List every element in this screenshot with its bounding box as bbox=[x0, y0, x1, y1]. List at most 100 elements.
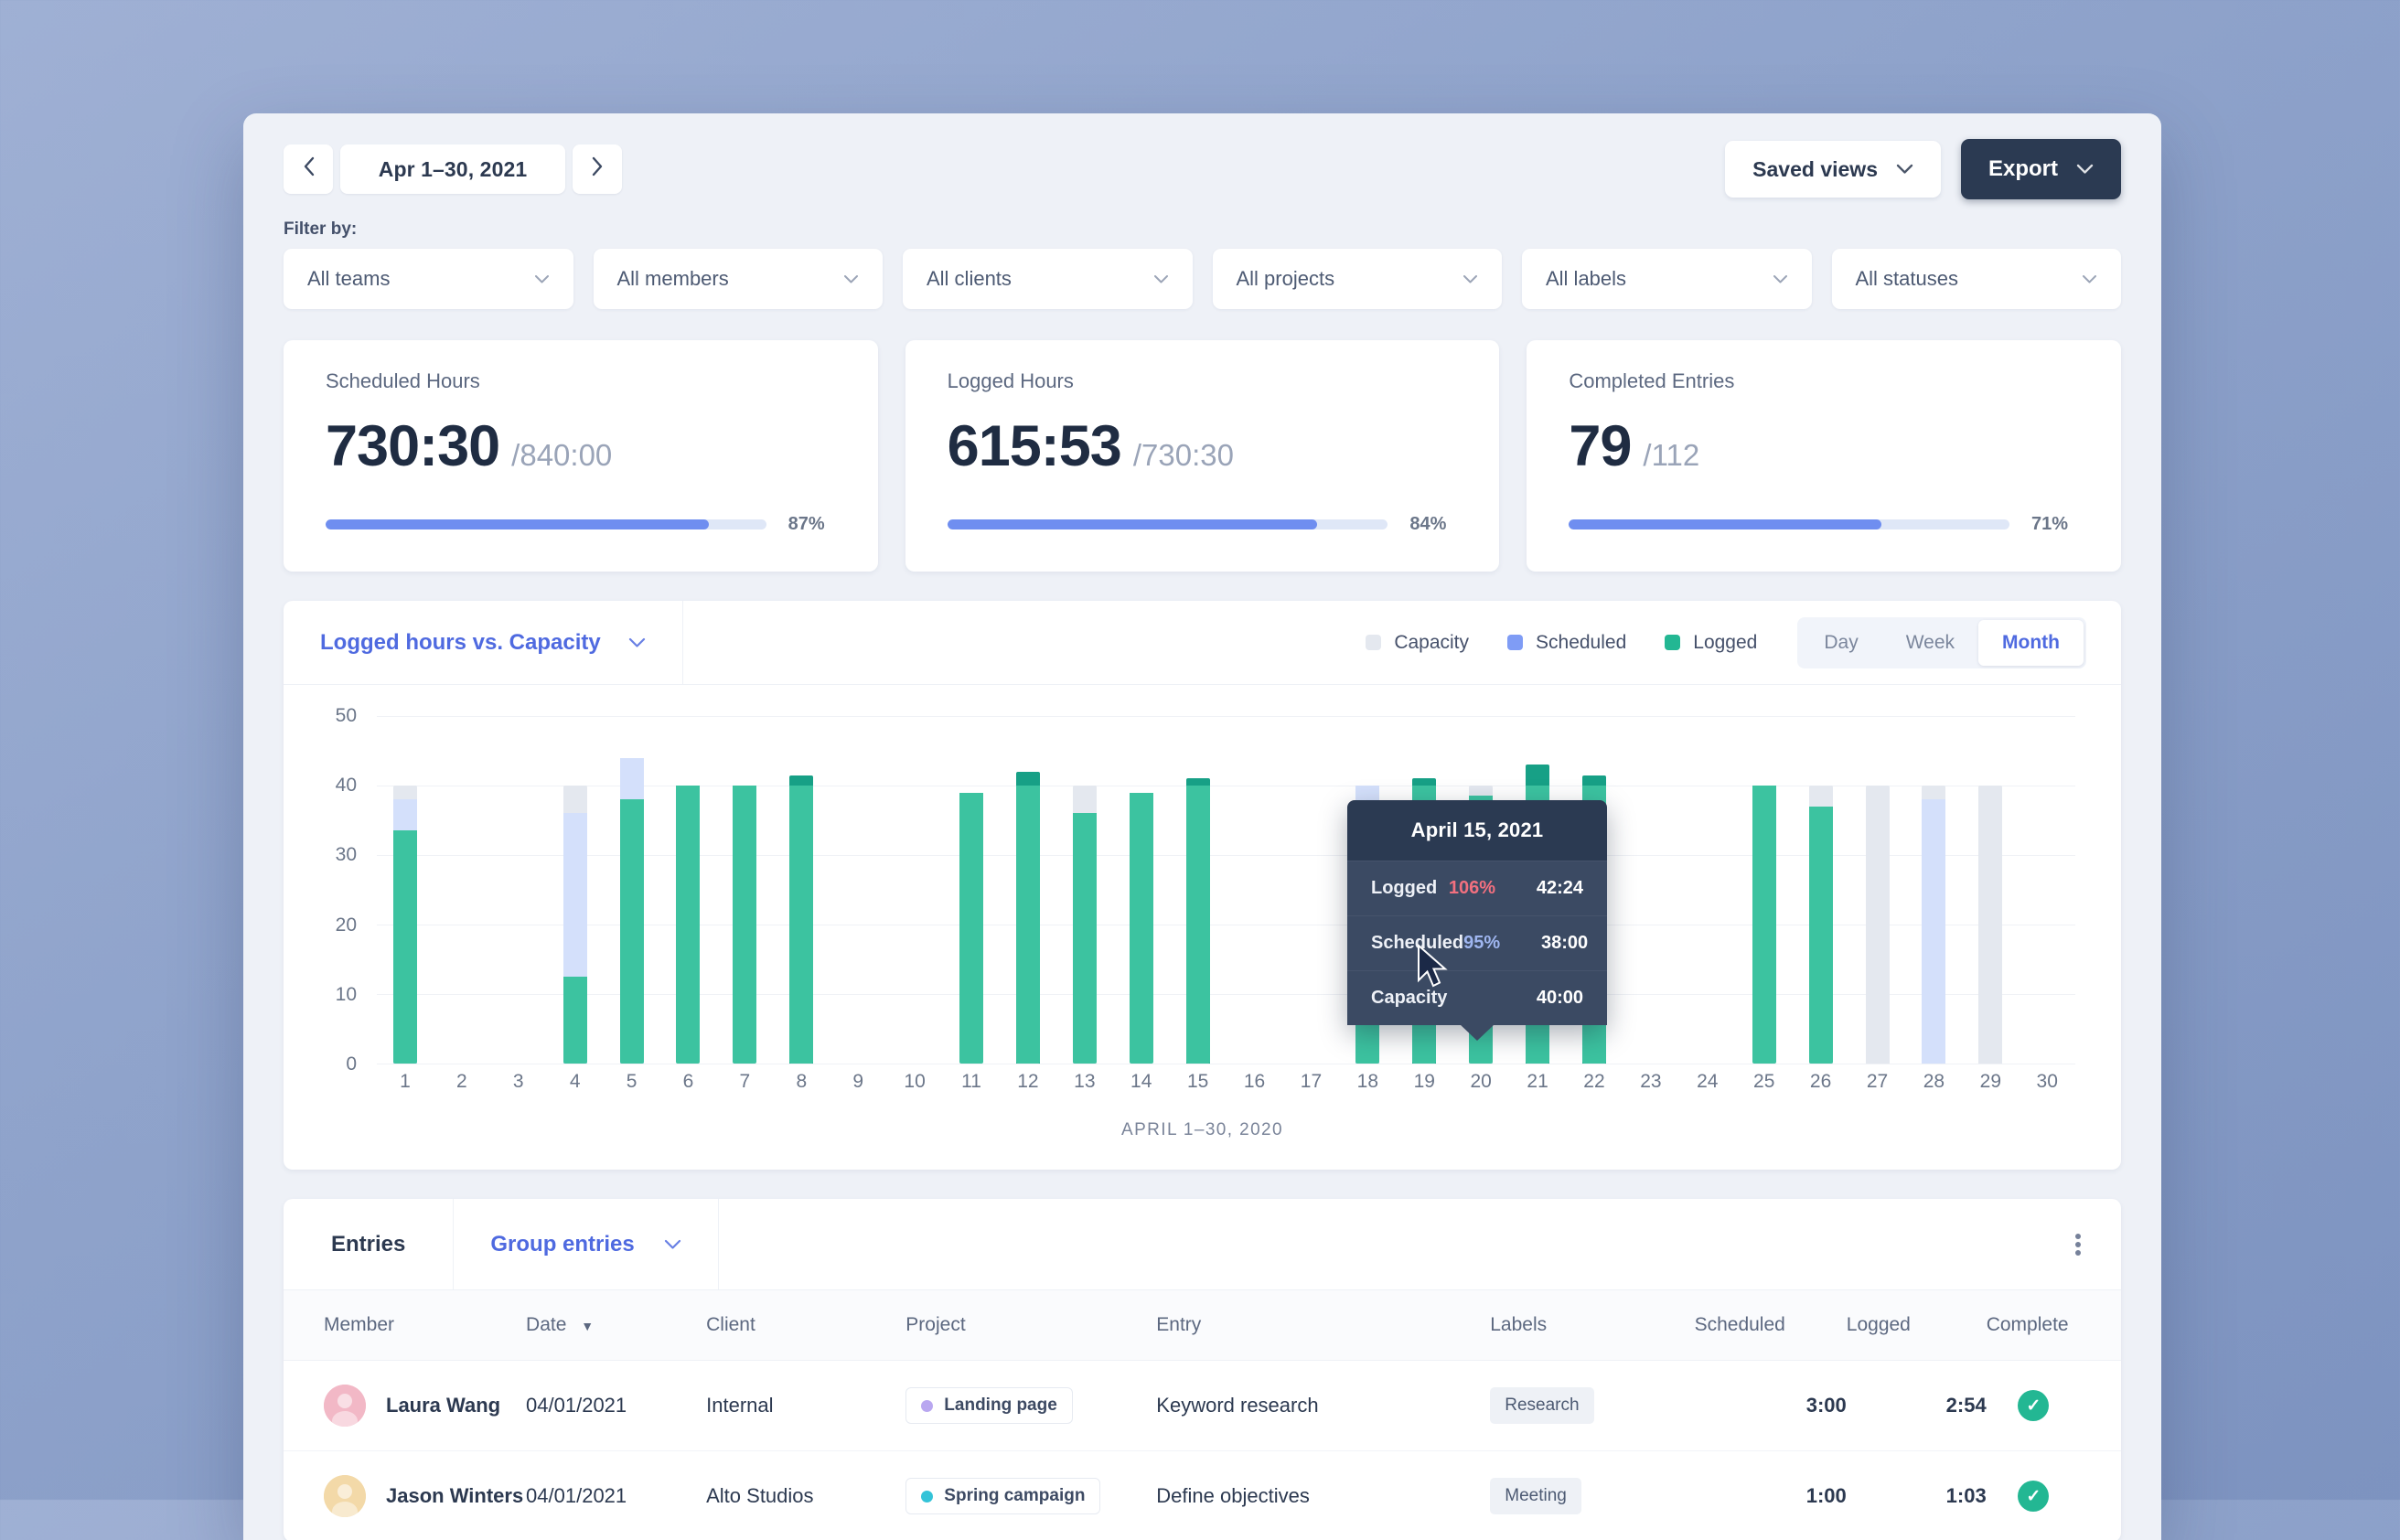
label-chip[interactable]: Research bbox=[1490, 1387, 1593, 1424]
chart-bar-slot[interactable] bbox=[886, 716, 943, 1064]
chart-bar-slot[interactable] bbox=[604, 716, 660, 1064]
filter-members[interactable]: All members bbox=[594, 249, 884, 309]
chart-bar-slot[interactable] bbox=[1000, 716, 1056, 1064]
chart-bar-slot[interactable] bbox=[1905, 716, 1962, 1064]
chart-bar-slot[interactable] bbox=[1227, 716, 1283, 1064]
chart-bar-slot[interactable] bbox=[1113, 716, 1170, 1064]
chart-bar-slot[interactable] bbox=[1736, 716, 1793, 1064]
tab-entries[interactable]: Entries bbox=[284, 1199, 454, 1289]
column-header-client[interactable]: Client bbox=[706, 1290, 905, 1361]
chart-bar[interactable] bbox=[959, 716, 983, 1064]
chart-bar-slot[interactable] bbox=[660, 716, 717, 1064]
chart-bar[interactable] bbox=[1639, 716, 1663, 1064]
chart-bar-slot[interactable] bbox=[830, 716, 886, 1064]
chart-bar[interactable] bbox=[1978, 716, 2002, 1064]
previous-period-button[interactable] bbox=[284, 144, 333, 194]
filter-clients[interactable]: All clients bbox=[903, 249, 1193, 309]
chart-canvas[interactable]: 01020304050 bbox=[377, 716, 2075, 1064]
chart-bar[interactable] bbox=[1186, 716, 1210, 1064]
chart-bar-slot[interactable] bbox=[434, 716, 490, 1064]
chart-bar-slot[interactable] bbox=[1056, 716, 1113, 1064]
kpi-card-row: Scheduled Hours 730:30 /840:00 87% Logge… bbox=[243, 309, 2161, 572]
filter-labels[interactable]: All labels bbox=[1522, 249, 1812, 309]
chart-bar[interactable] bbox=[1299, 716, 1323, 1064]
cell-logged[interactable]: 1:03 bbox=[1847, 1451, 1987, 1540]
chart-bar-slot[interactable] bbox=[377, 716, 434, 1064]
export-button[interactable]: Export bbox=[1961, 139, 2121, 199]
filter-projects[interactable]: All projects bbox=[1213, 249, 1503, 309]
column-header-complete[interactable]: Complete bbox=[1987, 1290, 2121, 1361]
table-row[interactable]: Jason Winters 04/01/2021 Alto Studios Sp… bbox=[284, 1451, 2121, 1540]
range-button-day[interactable]: Day bbox=[1800, 620, 1881, 666]
project-chip[interactable]: Spring campaign bbox=[905, 1478, 1100, 1514]
chart-bar[interactable] bbox=[1016, 716, 1040, 1064]
chart-bar-slot[interactable] bbox=[490, 716, 547, 1064]
chevron-down-icon bbox=[2082, 274, 2097, 284]
x-axis-tick: 3 bbox=[490, 1071, 547, 1093]
project-chip[interactable]: Landing page bbox=[905, 1387, 1073, 1424]
column-header-date[interactable]: Date ▼ bbox=[526, 1290, 706, 1361]
chart-bar[interactable] bbox=[1866, 716, 1890, 1064]
cell-logged[interactable]: 2:54 bbox=[1847, 1361, 1987, 1451]
saved-views-button[interactable]: Saved views bbox=[1725, 141, 1941, 198]
x-axis-tick: 7 bbox=[716, 1071, 773, 1093]
kpi-total: /730:30 bbox=[1133, 438, 1234, 473]
chart-bar[interactable] bbox=[903, 716, 927, 1064]
chart-bar-slot[interactable] bbox=[716, 716, 773, 1064]
chart-bar-slot[interactable] bbox=[2019, 716, 2075, 1064]
entries-more-options-button[interactable] bbox=[2035, 1199, 2121, 1289]
chart-bar-slot[interactable] bbox=[1962, 716, 2019, 1064]
chart-bar[interactable] bbox=[1073, 716, 1097, 1064]
kpi-title: Completed Entries bbox=[1569, 369, 2079, 393]
chart-bar[interactable] bbox=[1922, 716, 1945, 1064]
column-header-member[interactable]: Member bbox=[284, 1290, 526, 1361]
column-header-project[interactable]: Project bbox=[905, 1290, 1156, 1361]
label-chip[interactable]: Meeting bbox=[1490, 1478, 1581, 1514]
chart-bar-slot[interactable] bbox=[1793, 716, 1849, 1064]
chart-bar[interactable] bbox=[1809, 716, 1833, 1064]
filter-statuses[interactable]: All statuses bbox=[1832, 249, 2122, 309]
range-button-month[interactable]: Month bbox=[1978, 620, 2084, 666]
chart-bar[interactable] bbox=[846, 716, 870, 1064]
chart-bar[interactable] bbox=[563, 716, 587, 1064]
column-header-labels[interactable]: Labels bbox=[1490, 1290, 1694, 1361]
date-range-display[interactable]: Apr 1–30, 2021 bbox=[340, 144, 565, 194]
legend-label: Scheduled bbox=[1536, 632, 1626, 654]
chart-bar-slot[interactable] bbox=[1170, 716, 1227, 1064]
column-header-scheduled[interactable]: Scheduled bbox=[1695, 1290, 1847, 1361]
chart-bar[interactable] bbox=[620, 716, 644, 1064]
chart-bar-slot[interactable] bbox=[1283, 716, 1340, 1064]
filter-teams-value: All teams bbox=[307, 267, 390, 291]
chart-bar[interactable] bbox=[507, 716, 530, 1064]
group-entries-selector[interactable]: Group entries bbox=[454, 1199, 718, 1289]
chart-bar-slot[interactable] bbox=[1679, 716, 1736, 1064]
complete-check-icon[interactable]: ✓ bbox=[2018, 1390, 2049, 1421]
project-name: Spring campaign bbox=[944, 1486, 1085, 1506]
chart-bar-slot[interactable] bbox=[547, 716, 604, 1064]
column-header-logged[interactable]: Logged bbox=[1847, 1290, 1987, 1361]
range-button-week[interactable]: Week bbox=[1882, 620, 1978, 666]
filter-teams[interactable]: All teams bbox=[284, 249, 573, 309]
column-header-entry[interactable]: Entry bbox=[1156, 1290, 1490, 1361]
chart-bar-slot[interactable] bbox=[1623, 716, 1679, 1064]
chart-bar[interactable] bbox=[1696, 716, 1720, 1064]
chart-bar[interactable] bbox=[1752, 716, 1776, 1064]
tooltip-row-name: Logged bbox=[1371, 878, 1437, 899]
chart-bar[interactable] bbox=[1130, 716, 1153, 1064]
chart-bar[interactable] bbox=[676, 716, 700, 1064]
legend-swatch bbox=[1366, 635, 1381, 650]
next-period-button[interactable] bbox=[573, 144, 622, 194]
chart-bar[interactable] bbox=[733, 716, 756, 1064]
kpi-progress-fill bbox=[948, 519, 1318, 529]
chart-bar-slot[interactable] bbox=[943, 716, 1000, 1064]
chart-bar-slot[interactable] bbox=[773, 716, 830, 1064]
chart-bar[interactable] bbox=[789, 716, 813, 1064]
chart-metric-selector[interactable]: Logged hours vs. Capacity bbox=[284, 601, 683, 684]
chart-bar[interactable] bbox=[450, 716, 474, 1064]
chart-bar-slot[interactable] bbox=[1849, 716, 1906, 1064]
chart-bar[interactable] bbox=[2035, 716, 2059, 1064]
complete-check-icon[interactable]: ✓ bbox=[2018, 1481, 2049, 1512]
table-row[interactable]: Laura Wang 04/01/2021 Internal Landing p… bbox=[284, 1361, 2121, 1451]
chart-bar[interactable] bbox=[393, 716, 417, 1064]
chart-bar[interactable] bbox=[1243, 716, 1267, 1064]
